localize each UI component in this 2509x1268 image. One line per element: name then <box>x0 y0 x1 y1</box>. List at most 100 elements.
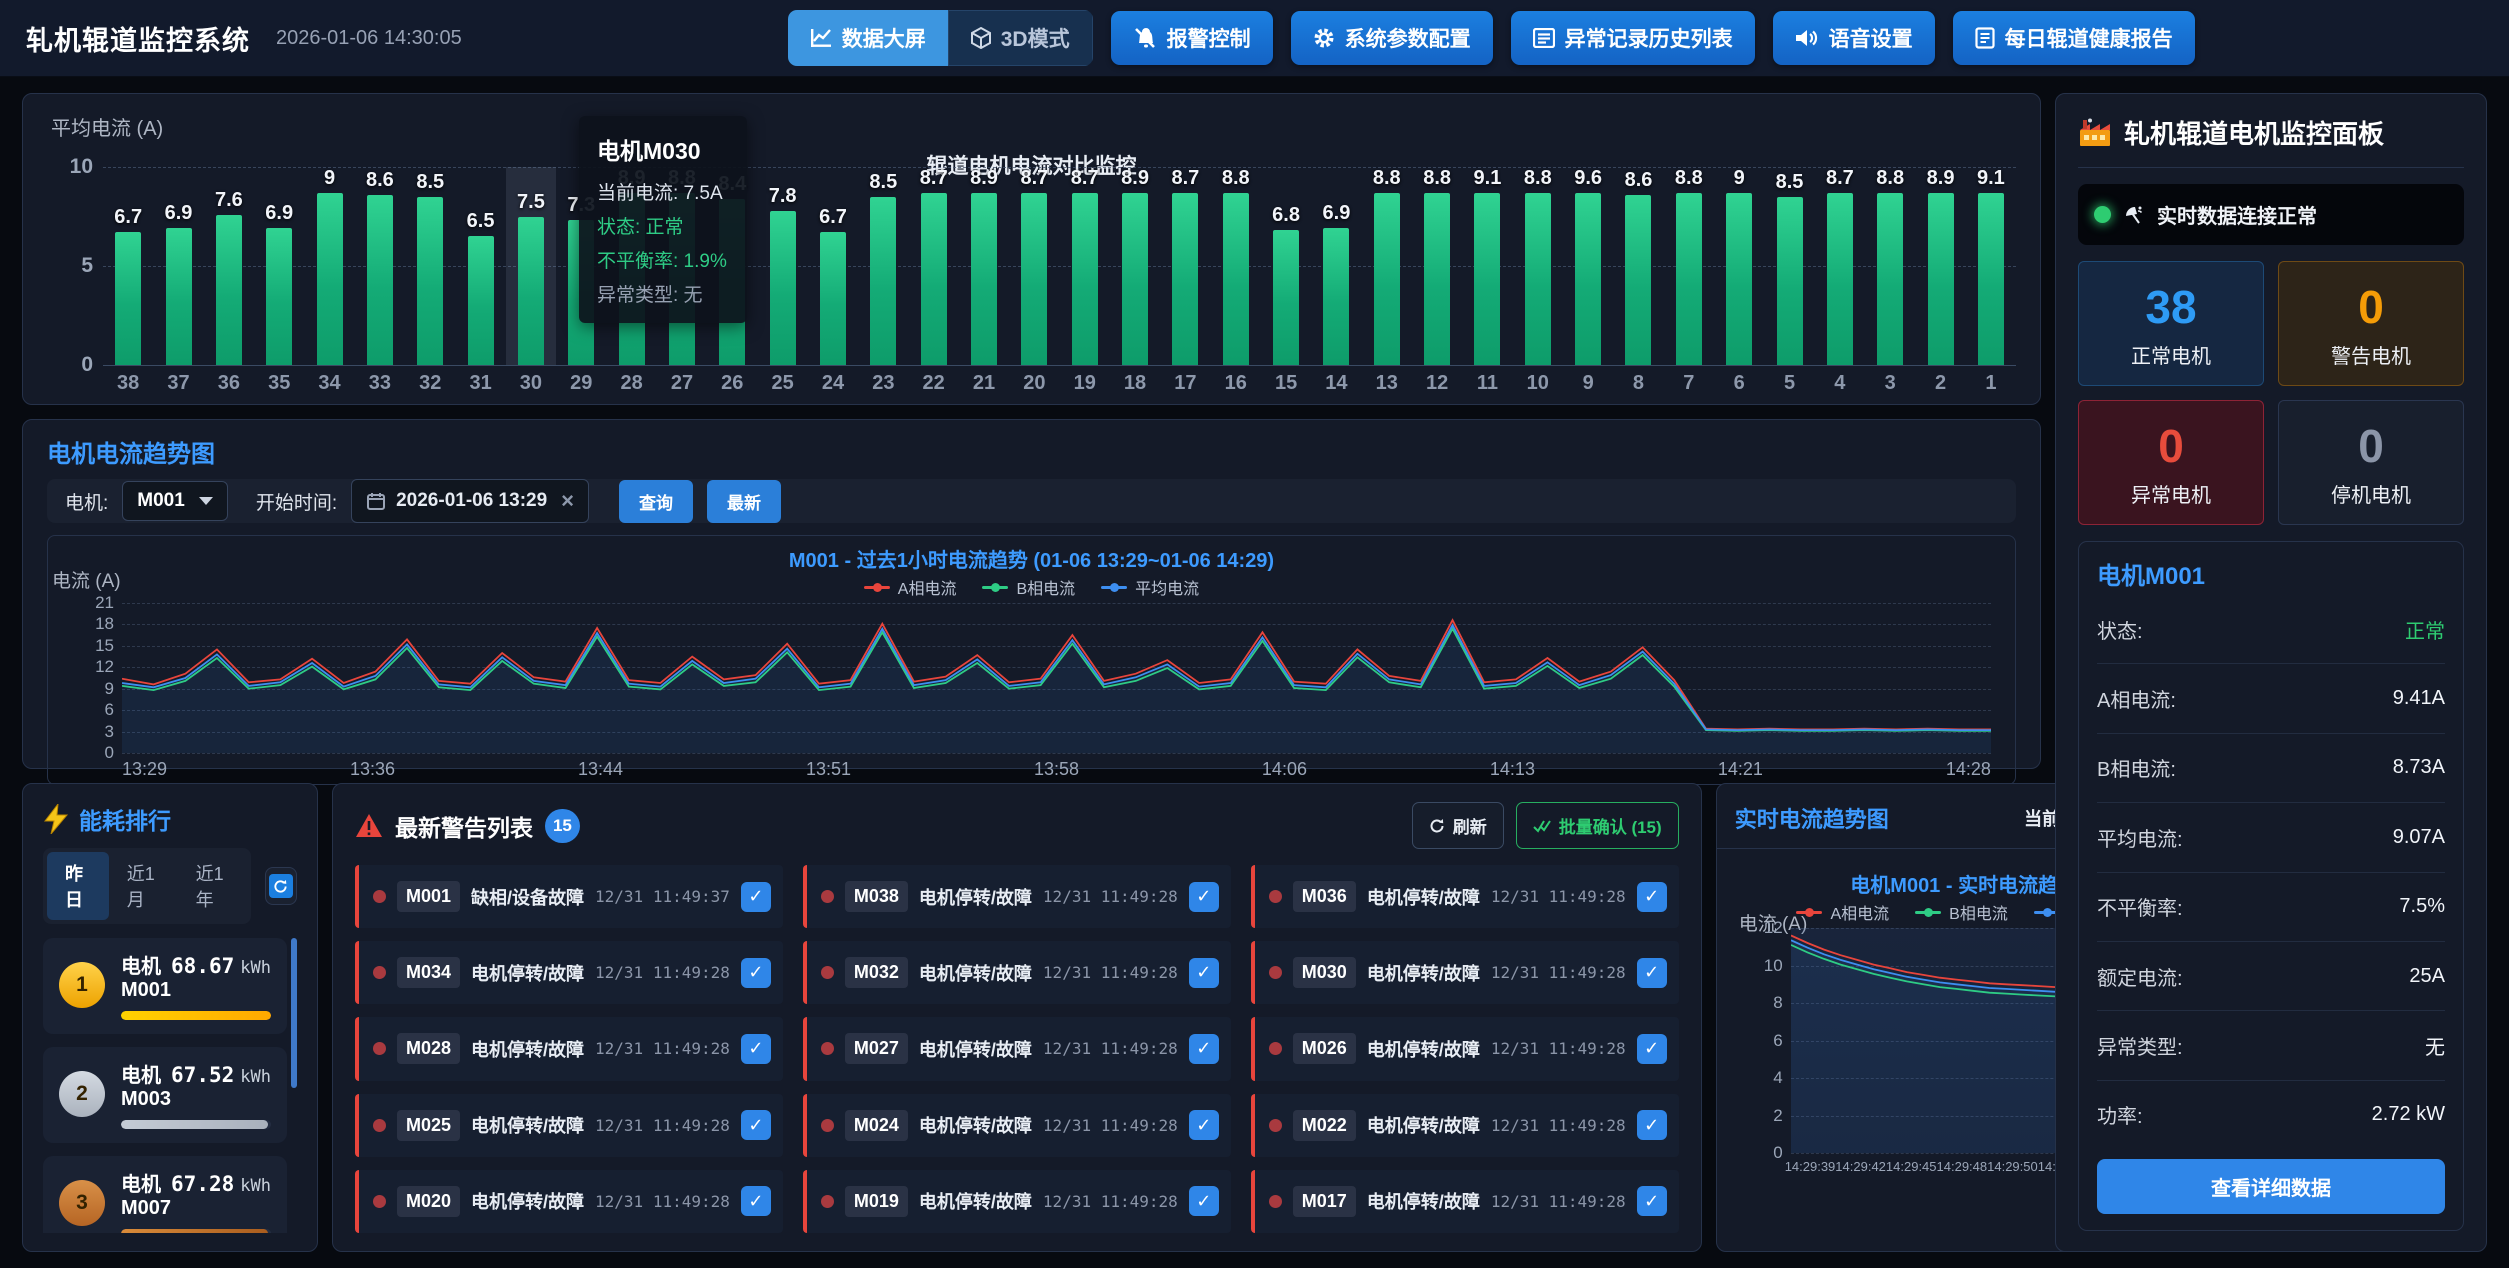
confirm-alert-button[interactable]: ✓ <box>741 1110 771 1140</box>
bar-x-label: 23 <box>858 372 908 395</box>
progress-track <box>121 1011 271 1020</box>
bar <box>1877 193 1903 365</box>
confirm-alert-button[interactable]: ✓ <box>1637 1034 1667 1064</box>
bar-slot-37[interactable]: 6.9 <box>153 167 203 365</box>
bar <box>1172 193 1198 365</box>
bar-slot-2[interactable]: 8.9 <box>1915 167 1965 365</box>
legend-item[interactable]: A相电流 <box>1796 900 1889 924</box>
clear-date-icon[interactable]: × <box>561 488 574 514</box>
confirm-alert-button[interactable]: ✓ <box>741 1034 771 1064</box>
detail-label: 功率: <box>2097 1100 2143 1129</box>
y-tick: 2 <box>1773 1106 1782 1126</box>
refresh-alerts-button[interactable]: 刷新 <box>1412 802 1504 849</box>
confirm-alert-button[interactable]: ✓ <box>741 1186 771 1216</box>
bar-slot-8[interactable]: 8.6 <box>1613 167 1663 365</box>
bar <box>971 193 997 365</box>
bar-slot-24[interactable]: 6.7 <box>808 167 858 365</box>
detail-row: B相电流:8.73A <box>2097 734 2445 803</box>
legend-item[interactable]: 平均电流 <box>1101 575 1199 599</box>
alert-text: 电机停转/故障 <box>919 1112 1032 1138</box>
bar-x-label: 4 <box>1815 372 1865 395</box>
bar-slot-11[interactable]: 9.1 <box>1462 167 1512 365</box>
bar-value-label: 8.8 <box>1524 167 1552 190</box>
bar-slot-18[interactable]: 8.9 <box>1110 167 1160 365</box>
bar <box>1777 197 1803 365</box>
bar-slot-20[interactable]: 8.7 <box>1009 167 1059 365</box>
confirm-alert-button[interactable]: ✓ <box>1637 1110 1667 1140</box>
energy-tab-近1月[interactable]: 近1月 <box>109 852 178 920</box>
x-tick: 14:29:50 <box>1987 1159 2038 1174</box>
energy-scrollbar[interactable] <box>291 938 297 1088</box>
nav-button-异常记录历史列表[interactable]: 异常记录历史列表 <box>1511 11 1755 65</box>
bar-slot-30[interactable]: 7.5 <box>506 167 556 365</box>
bar-slot-13[interactable]: 8.8 <box>1362 167 1412 365</box>
start-time-input[interactable]: 2026-01-06 13:29 × <box>351 479 589 523</box>
mode-tab-数据大屏[interactable]: 数据大屏 <box>788 10 948 66</box>
bar-slot-5[interactable]: 8.5 <box>1764 167 1814 365</box>
confirm-alert-button[interactable]: ✓ <box>1189 1110 1219 1140</box>
bar-slot-33[interactable]: 8.6 <box>355 167 405 365</box>
bar-slot-25[interactable]: 7.8 <box>757 167 807 365</box>
rank-badge: 3 <box>59 1180 105 1226</box>
bar-slot-16[interactable]: 8.8 <box>1211 167 1261 365</box>
bar-slot-19[interactable]: 8.7 <box>1060 167 1110 365</box>
bar-slot-23[interactable]: 8.5 <box>858 167 908 365</box>
mode-tab-3D模式[interactable]: 3D模式 <box>948 10 1093 66</box>
energy-tab-昨日[interactable]: 昨日 <box>47 852 109 920</box>
y-tick: 12 <box>1764 918 1783 938</box>
energy-tab-近1年[interactable]: 近1年 <box>178 852 247 920</box>
connection-status-text: 实时数据连接正常 <box>2157 200 2317 229</box>
legend-item[interactable]: B相电流 <box>982 575 1075 599</box>
bar-slot-10[interactable]: 8.8 <box>1513 167 1563 365</box>
bar-slot-3[interactable]: 8.8 <box>1865 167 1915 365</box>
legend-item[interactable]: A相电流 <box>864 575 957 599</box>
nav-button-系统参数配置[interactable]: 系统参数配置 <box>1291 11 1493 65</box>
latest-button[interactable]: 最新 <box>707 480 781 523</box>
bar-slot-15[interactable]: 6.8 <box>1261 167 1311 365</box>
y-ticks: 211815129630 <box>72 603 122 753</box>
bar-slot-22[interactable]: 8.7 <box>909 167 959 365</box>
bar-y-tick: 5 <box>81 254 93 278</box>
confirm-alert-button[interactable]: ✓ <box>741 882 771 912</box>
bar-slot-34[interactable]: 9 <box>304 167 354 365</box>
confirm-alert-button[interactable]: ✓ <box>1189 958 1219 988</box>
nav-button-每日辊道健康报告[interactable]: 每日辊道健康报告 <box>1953 11 2195 65</box>
query-button[interactable]: 查询 <box>619 480 693 523</box>
bar-slot-38[interactable]: 6.7 <box>103 167 153 365</box>
confirm-alert-button[interactable]: ✓ <box>1189 882 1219 912</box>
bar-slot-6[interactable]: 9 <box>1714 167 1764 365</box>
bar-slot-12[interactable]: 8.8 <box>1412 167 1462 365</box>
confirm-alert-button[interactable]: ✓ <box>1637 1186 1667 1216</box>
chart-legend: A相电流 B相电流 平均电流 <box>72 575 1991 599</box>
bar-slot-1[interactable]: 9.1 <box>1966 167 2016 365</box>
bar-slot-9[interactable]: 9.6 <box>1563 167 1613 365</box>
view-details-button[interactable]: 查看详细数据 <box>2097 1159 2445 1214</box>
bar-x-label: 11 <box>1462 372 1512 395</box>
bar-slot-4[interactable]: 8.7 <box>1815 167 1865 365</box>
confirm-alert-button[interactable]: ✓ <box>1637 882 1667 912</box>
confirm-alert-button[interactable]: ✓ <box>1189 1034 1219 1064</box>
bar-slot-35[interactable]: 6.9 <box>254 167 304 365</box>
bar <box>115 232 141 365</box>
bar-slot-14[interactable]: 6.9 <box>1311 167 1361 365</box>
stat-card-异常电机: 0异常电机 <box>2078 400 2264 525</box>
bar-slot-36[interactable]: 7.6 <box>204 167 254 365</box>
confirm-alert-button[interactable]: ✓ <box>741 958 771 988</box>
confirm-alert-button[interactable]: ✓ <box>1637 958 1667 988</box>
bar-slot-17[interactable]: 8.7 <box>1160 167 1210 365</box>
legend-item[interactable]: B相电流 <box>1915 900 2008 924</box>
alert-motor-tag: M020 <box>397 1186 460 1217</box>
bar-slot-21[interactable]: 8.9 <box>959 167 1009 365</box>
nav-button-语音设置[interactable]: 语音设置 <box>1773 11 1935 65</box>
batch-confirm-button[interactable]: 批量确认 (15) <box>1516 802 1679 849</box>
nav-button-报警控制[interactable]: 报警控制 <box>1111 11 1273 65</box>
bar-slot-7[interactable]: 8.8 <box>1664 167 1714 365</box>
energy-rank-row: 1电机M00168.67kWh <box>43 938 287 1034</box>
energy-refresh-button[interactable] <box>265 867 297 905</box>
bar-slot-31[interactable]: 6.5 <box>455 167 505 365</box>
rank-badge: 2 <box>59 1071 105 1117</box>
confirm-alert-button[interactable]: ✓ <box>1189 1186 1219 1216</box>
bar-x-label: 27 <box>657 372 707 395</box>
motor-select[interactable]: M001 <box>122 481 228 521</box>
bar-slot-32[interactable]: 8.5 <box>405 167 455 365</box>
